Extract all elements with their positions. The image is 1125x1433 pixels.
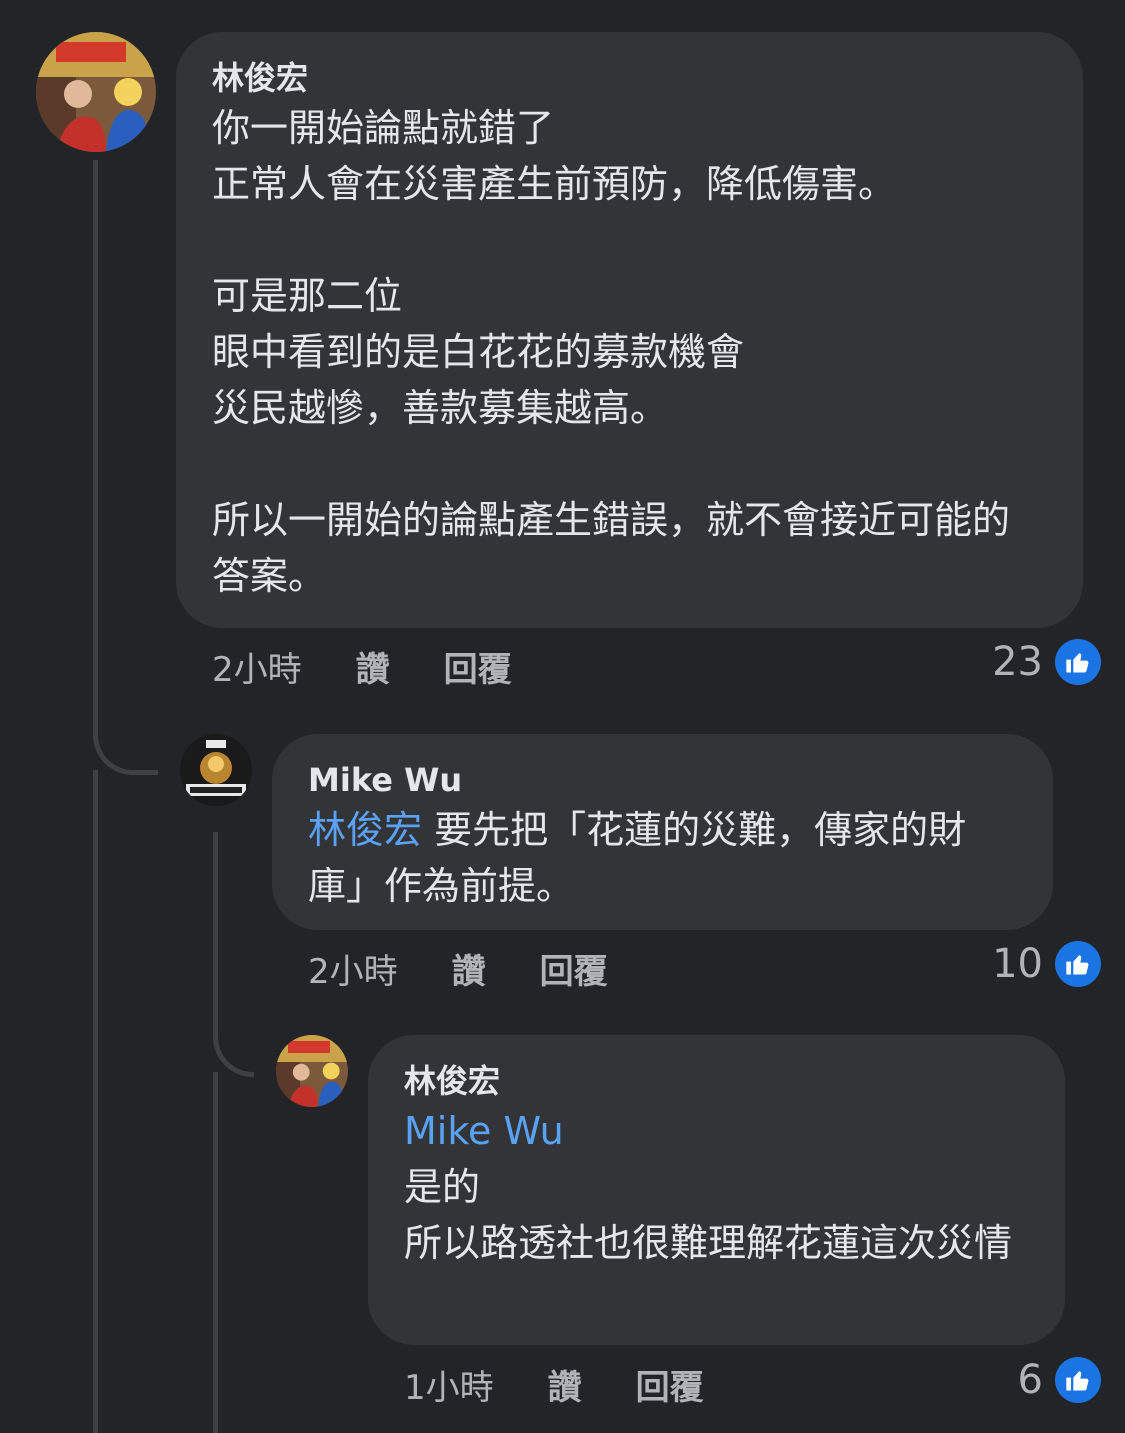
reply-button[interactable]: 回覆 [444,642,512,691]
comment-line: 正常人會在災害產生前預防，降低傷害。 [212,162,897,206]
reaction-count: 23 [992,639,1043,685]
comment-author[interactable]: 林俊宏 [404,1059,1029,1103]
thread-line-main-lower [93,770,98,1433]
comment-line: 可是那二位 [212,274,403,318]
comment-line: 是的 [404,1165,481,1209]
comment-timestamp[interactable]: 2小時 [308,944,398,993]
thread-connector-reply-2 [213,990,254,1077]
mention-link[interactable]: Mike Wu [404,1103,1029,1159]
comment-author[interactable]: Mike Wu [308,758,1017,802]
comment-actions: 2小時 讚 回覆 [212,638,512,694]
comment-thread: 林俊宏 你一開始論點就錯了 正常人會在災害產生前預防，降低傷害。 可是那二位 眼… [0,0,1125,1433]
comment-text: 你一開始論點就錯了 正常人會在災害產生前預防，降低傷害。 可是那二位 眼中看到的… [212,100,1047,604]
thumbs-up-icon [1055,941,1101,987]
avatar-photo [180,734,252,806]
avatar[interactable] [180,734,252,806]
thread-line-reply [213,832,218,1002]
avatar-photo [36,32,156,152]
thread-connector-reply-1 [93,690,158,775]
comment-line: 眼中看到的是白花花的募款機會 [212,330,745,374]
reaction-count: 6 [1017,1357,1043,1403]
thread-line-main [93,160,98,700]
like-button[interactable]: 讚 [356,642,390,691]
reaction-summary[interactable]: 6 [1018,1352,1101,1408]
comment-timestamp[interactable]: 2小時 [212,642,302,691]
comment-line: 你一開始論點就錯了 [212,106,555,150]
like-button[interactable]: 讚 [548,1360,582,1409]
mention-link[interactable]: 林俊宏 [308,808,422,852]
comment-bubble: Mike Wu 林俊宏 要先把「花蓮的災難，傳家的財庫」作為前提。 [272,734,1053,930]
comment-line: 災民越慘，善款募集越高。 [212,386,669,430]
comment-timestamp[interactable]: 1小時 [404,1360,494,1409]
comment-bubble: 林俊宏 Mike Wu 是的 所以路透社也很難理解花蓮這次災情 [368,1035,1065,1345]
like-button[interactable]: 讚 [452,944,486,993]
reaction-summary[interactable]: 10 [992,936,1101,992]
reply-button[interactable]: 回覆 [636,1360,704,1409]
avatar-photo [276,1035,348,1107]
avatar[interactable] [276,1035,348,1107]
thumbs-up-icon [1055,639,1101,685]
thread-line-reply-lower [213,1072,218,1433]
comment-bubble: 林俊宏 你一開始論點就錯了 正常人會在災害產生前預防，降低傷害。 可是那二位 眼… [176,32,1083,628]
reaction-count: 10 [992,941,1043,987]
comment-actions: 1小時 讚 回覆 [404,1356,704,1412]
comment-line: 所以一開始的論點產生錯誤，就不會接近可能的答案。 [212,498,1011,598]
reply-button[interactable]: 回覆 [540,944,608,993]
thumbs-up-icon [1055,1357,1101,1403]
comment-actions: 2小時 讚 回覆 [308,940,608,996]
comment-line: 所以路透社也很難理解花蓮這次災情 [404,1221,1013,1265]
comment-author[interactable]: 林俊宏 [212,56,1047,100]
comment-text: 林俊宏 要先把「花蓮的災難，傳家的財庫」作為前提。 [308,802,1017,914]
reaction-summary[interactable]: 23 [992,634,1101,690]
avatar[interactable] [36,32,156,152]
